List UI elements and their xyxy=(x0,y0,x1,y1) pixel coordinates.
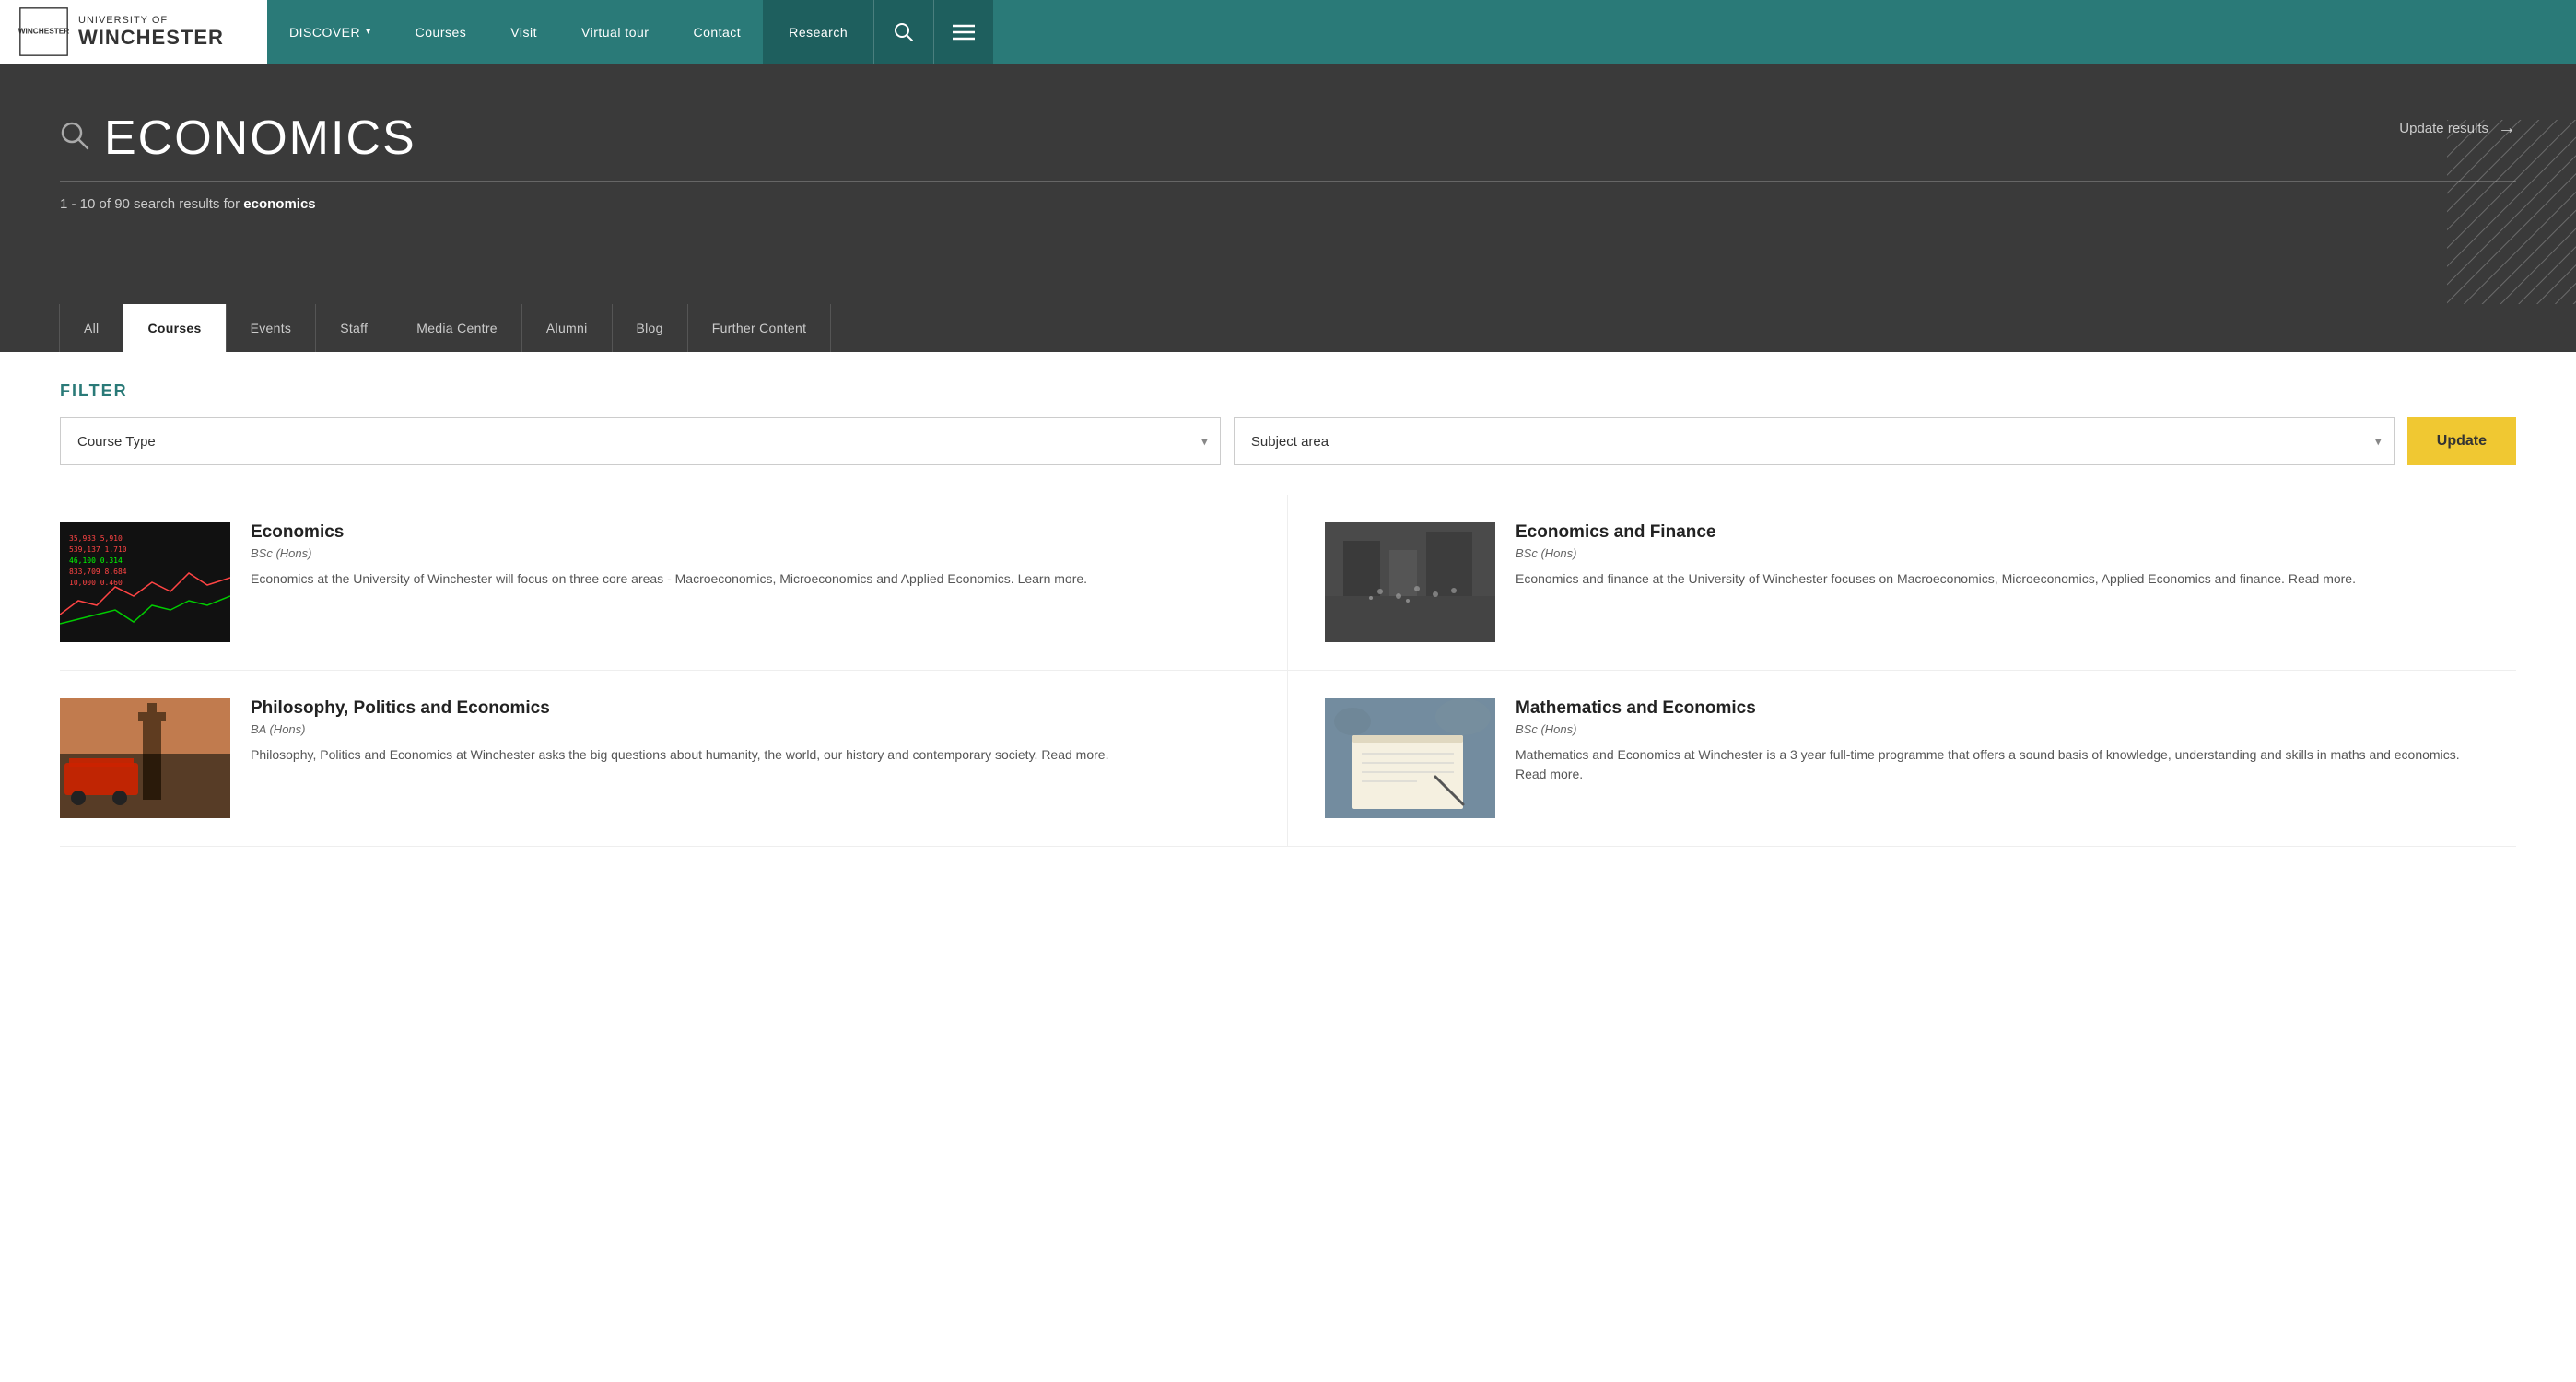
result-image-ppe xyxy=(60,698,230,818)
result-title: Economics xyxy=(251,522,1250,543)
nav-virtual-tour[interactable]: Virtual tour xyxy=(559,0,671,64)
result-content-economics: Economics BSc (Hons) Economics at the Un… xyxy=(251,522,1250,589)
nav-discover[interactable]: DISCOVER ▾ xyxy=(267,0,393,64)
result-card-economics-finance: Economics and Finance BSc (Hons) Economi… xyxy=(1288,495,2516,671)
tab-blog[interactable]: Blog xyxy=(612,304,688,352)
svg-text:35,933 5,910: 35,933 5,910 xyxy=(69,534,123,543)
svg-text:46,100 0.314: 46,100 0.314 xyxy=(69,556,123,565)
tab-events[interactable]: Events xyxy=(226,304,317,352)
result-degree: BSc (Hons) xyxy=(1516,546,2488,560)
search-icon xyxy=(894,22,914,42)
nav-contact[interactable]: Contact xyxy=(671,0,763,64)
subject-area-select[interactable]: Subject area Arts Business Economics Law… xyxy=(1234,417,2395,465)
result-content-ppe: Philosophy, Politics and Economics BA (H… xyxy=(251,698,1250,765)
result-content-maths-econ: Mathematics and Economics BSc (Hons) Mat… xyxy=(1516,698,2488,784)
chevron-down-icon: ▾ xyxy=(366,27,371,37)
tab-courses[interactable]: Courses xyxy=(123,304,226,352)
svg-text:WINCHESTER: WINCHESTER xyxy=(18,28,69,36)
logo-text-top: UNIVERSITY OF xyxy=(78,15,224,26)
filter-label: FILTER xyxy=(60,381,2516,401)
filter-row: Course Type Undergraduate Postgraduate S… xyxy=(60,417,2516,465)
result-card-ppe: Philosophy, Politics and Economics BA (H… xyxy=(60,671,1288,847)
result-degree: BSc (Hons) xyxy=(1516,722,2488,736)
result-image-economics-finance xyxy=(1325,522,1495,642)
results-summary: 1 - 10 of 90 search results for economic… xyxy=(60,196,2516,212)
course-type-wrapper: Course Type Undergraduate Postgraduate S… xyxy=(60,417,1221,465)
navigation: WINCHESTER UNIVERSITY OF WINCHESTER DISC… xyxy=(0,0,2576,64)
logo[interactable]: WINCHESTER UNIVERSITY OF WINCHESTER xyxy=(0,0,267,64)
hero-section: ECONOMICS Update results → 1 - 10 of 90 … xyxy=(0,64,2576,304)
nav-research[interactable]: Research xyxy=(763,0,873,64)
nav-visit[interactable]: Visit xyxy=(488,0,559,64)
result-title: Economics and Finance xyxy=(1516,522,2488,543)
search-button[interactable] xyxy=(873,0,933,64)
result-card-maths-econ: Mathematics and Economics BSc (Hons) Mat… xyxy=(1288,671,2516,847)
page-title: ECONOMICS xyxy=(104,111,416,166)
subject-area-wrapper: Subject area Arts Business Economics Law… xyxy=(1234,417,2395,465)
result-degree: BA (Hons) xyxy=(251,722,1250,736)
decorative-pattern xyxy=(2447,120,2576,304)
result-desc: Philosophy, Politics and Economics at Wi… xyxy=(251,745,1250,765)
main-nav: DISCOVER ▾ Courses Visit Virtual tour Co… xyxy=(267,0,2576,64)
tab-staff[interactable]: Staff xyxy=(315,304,392,352)
result-desc: Mathematics and Economics at Winchester … xyxy=(1516,745,2488,784)
result-title: Philosophy, Politics and Economics xyxy=(251,698,1250,719)
results-grid: 35,933 5,910 539,137 1,710 46,100 0.314 … xyxy=(0,495,2576,847)
result-content-economics-finance: Economics and Finance BSc (Hons) Economi… xyxy=(1516,522,2488,589)
tab-media-centre[interactable]: Media Centre xyxy=(392,304,522,352)
svg-text:539,137 1,710: 539,137 1,710 xyxy=(69,545,127,554)
svg-text:10,000 0.460: 10,000 0.460 xyxy=(69,579,123,587)
tab-all[interactable]: All xyxy=(59,304,123,352)
result-image-economics: 35,933 5,910 539,137 1,710 46,100 0.314 … xyxy=(60,522,230,642)
result-degree: BSc (Hons) xyxy=(251,546,1250,560)
course-type-select[interactable]: Course Type Undergraduate Postgraduate S… xyxy=(60,417,1221,465)
result-image-maths-econ xyxy=(1325,698,1495,818)
tab-alumni[interactable]: Alumni xyxy=(521,304,613,352)
tab-further-content[interactable]: Further Content xyxy=(687,304,832,352)
update-button[interactable]: Update xyxy=(2407,417,2516,465)
hamburger-icon xyxy=(953,24,975,41)
nav-icons xyxy=(873,0,993,64)
logo-shield-icon: WINCHESTER xyxy=(18,6,69,57)
result-desc: Economics at the University of Wincheste… xyxy=(251,569,1250,589)
menu-button[interactable] xyxy=(933,0,993,64)
filter-section: FILTER Course Type Undergraduate Postgra… xyxy=(0,352,2576,465)
logo-text-bottom: WINCHESTER xyxy=(78,26,224,50)
hero-search-icon xyxy=(60,121,89,157)
result-desc: Economics and finance at the University … xyxy=(1516,569,2488,589)
tabs-bar: All Courses Events Staff Media Centre Al… xyxy=(0,304,2576,352)
result-card-economics: 35,933 5,910 539,137 1,710 46,100 0.314 … xyxy=(60,495,1288,671)
nav-courses[interactable]: Courses xyxy=(393,0,489,64)
result-title: Mathematics and Economics xyxy=(1516,698,2488,719)
svg-text:833,709 8.684: 833,709 8.684 xyxy=(69,568,127,576)
